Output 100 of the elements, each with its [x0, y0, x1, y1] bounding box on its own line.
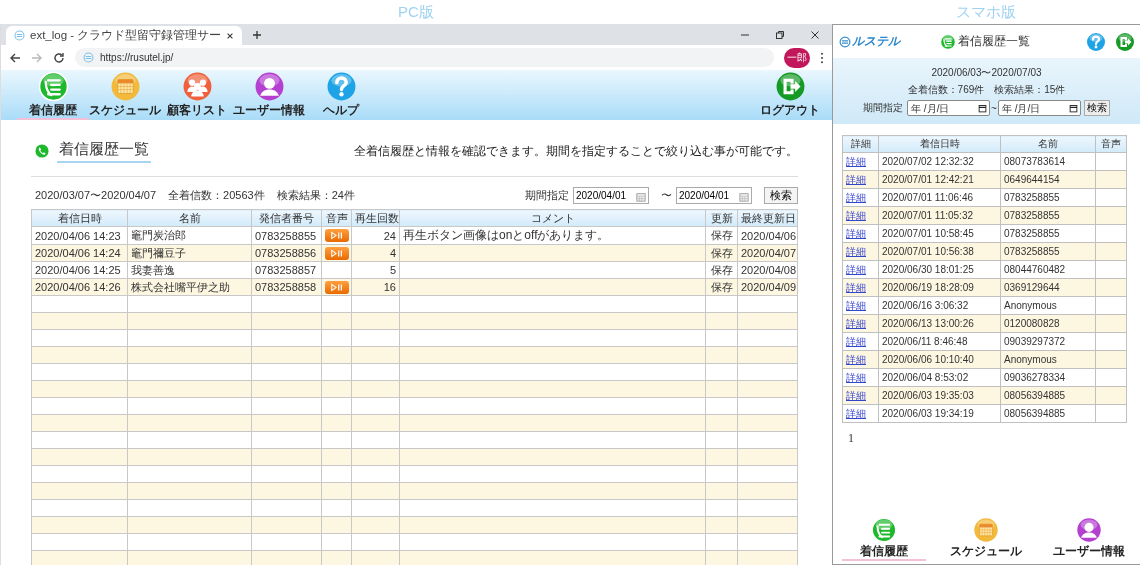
help-icon[interactable]: [1086, 31, 1106, 52]
calendar-icon: [973, 517, 1000, 543]
calendar-icon: [109, 70, 141, 102]
table-cell: 09039297372: [1000, 332, 1096, 351]
table-cell: 2020/06/11 8:46:48: [878, 332, 1001, 351]
logout-button[interactable]: ログアウト: [758, 70, 822, 120]
profile-avatar[interactable]: 一郎: [784, 47, 810, 68]
menu-icon[interactable]: [820, 51, 824, 64]
nav-item[interactable]: 顧客リスト: [161, 70, 233, 120]
column-header: 着信日時: [878, 135, 1001, 153]
nav-item[interactable]: ユーザー情報: [1046, 517, 1131, 561]
table-cell: 2020/04/06 14:25: [31, 261, 128, 279]
table-cell: 0783258857: [251, 261, 322, 279]
logo-icon: [14, 30, 25, 41]
nav-item[interactable]: スケジュール: [89, 70, 161, 120]
column-header: 音声: [1095, 135, 1127, 153]
column-header: 名前: [127, 209, 252, 227]
nav-item[interactable]: 着信履歴: [17, 70, 89, 120]
page-title: 着信履歴一覧: [958, 33, 1030, 50]
date-field[interactable]: 年 /月/日: [997, 100, 1081, 116]
range-separator: ~: [991, 102, 997, 114]
table-cell: 竈門炭治郎: [127, 226, 252, 245]
play-pause-icon: [330, 282, 344, 292]
table-cell: 2020/07/01 11:06:46: [878, 188, 1001, 207]
logo-icon: [839, 35, 851, 48]
table-cell: 2020/04/06: [737, 226, 798, 245]
close-icon[interactable]: [226, 31, 235, 40]
table-cell: 2020/06/30 18:01:25: [878, 260, 1001, 279]
column-header: 最終更新日: [737, 209, 798, 227]
phone-icon: [35, 144, 49, 158]
table-cell: 5: [351, 261, 400, 279]
date-field[interactable]: 年 /月/日: [907, 100, 991, 116]
page-heading: 着信履歴一覧: [57, 139, 151, 163]
column-header: 詳細: [842, 135, 879, 153]
page-number[interactable]: 1: [848, 431, 854, 445]
address-bar[interactable]: https://rusutel.jp/: [75, 48, 774, 67]
caption: PC版: [397, 2, 435, 22]
filter-label: 期間指定: [525, 187, 569, 203]
close-icon[interactable]: [810, 30, 820, 40]
column-header: 再生回数: [351, 209, 400, 227]
period-text: 2020/03/07〜2020/04/07: [35, 187, 157, 203]
table-cell: 2020/04/06 14:23: [31, 226, 128, 245]
table-cell: 0783258855: [1000, 224, 1096, 243]
table-cell: 我妻善逸: [127, 261, 252, 279]
table-cell: 2020/06/04 8:53:02: [878, 368, 1001, 387]
user-icon: [1075, 517, 1102, 543]
comment-text: 再生ボタン画像はonとoffがあります。: [403, 228, 610, 242]
column-header: 着信日時: [31, 209, 128, 227]
history-icon: [940, 33, 956, 50]
browser-tab[interactable]: ext_log - クラウド型留守録管理サー: [6, 26, 243, 45]
play-pause-icon: [330, 248, 344, 258]
date-field[interactable]: 2020/04/01: [573, 186, 649, 204]
result-count: 検索結果：15件: [994, 83, 1066, 97]
table-cell: 08044760482: [1000, 260, 1096, 279]
help-icon: [325, 70, 357, 102]
play-pause-icon: [330, 231, 344, 241]
table-cell: 2020/07/02 12:32:32: [878, 152, 1001, 171]
table-cell: 2020/07/01 10:58:45: [878, 224, 1001, 243]
reload-icon[interactable]: [53, 51, 65, 64]
range-separator: 〜: [661, 187, 672, 203]
people-icon: [181, 70, 213, 102]
logout-icon: [774, 70, 806, 102]
logo-icon: [83, 52, 94, 63]
history-icon: [37, 70, 69, 102]
nav-item[interactable]: ヘルプ: [305, 70, 377, 120]
table-cell: 2020/06/16 3:06:32: [878, 296, 1001, 315]
nav-item[interactable]: ユーザー情報: [233, 70, 305, 120]
restore-icon[interactable]: [775, 30, 785, 40]
column-header: 更新: [705, 209, 738, 227]
nav-item[interactable]: スケジュール: [944, 517, 1029, 561]
result-count: 検索結果：24件: [276, 187, 355, 203]
play-button[interactable]: [325, 280, 349, 294]
history-icon: [871, 517, 898, 543]
table-cell: 08073783614: [1000, 152, 1096, 171]
back-icon[interactable]: [9, 51, 21, 64]
new-tab-icon[interactable]: [252, 30, 263, 40]
user-icon: [253, 70, 285, 102]
table-cell: 2020/04/08: [737, 261, 798, 279]
url-text: https://rusutel.jp/: [100, 52, 174, 63]
table-cell: Anonymous: [1000, 296, 1096, 315]
column-header: 名前: [1000, 135, 1096, 153]
tab-title: ext_log - クラウド型留守録管理サー: [30, 28, 222, 43]
play-button[interactable]: [325, 229, 349, 243]
search-button[interactable]: 検索: [1083, 100, 1110, 116]
date-field[interactable]: 2020/04/01: [676, 186, 752, 204]
description: 全着信履歴と情報を確認できます。期間を指定することで絞り込む事が可能です。: [354, 142, 798, 160]
total-count: 全着信数：20563件: [168, 187, 265, 203]
table-cell: 保存: [705, 226, 738, 245]
nav-item[interactable]: 着信履歴: [842, 517, 927, 561]
calendar-icon[interactable]: [978, 104, 988, 113]
table-cell: 0783258855: [1000, 188, 1096, 207]
table-cell: 24: [351, 226, 400, 245]
table-cell: 0783258855: [251, 226, 322, 245]
logout-icon[interactable]: [1115, 31, 1135, 52]
calendar-icon[interactable]: [1068, 104, 1078, 113]
column-header: 音声: [321, 209, 352, 227]
caption: スマホ版: [955, 2, 1017, 22]
play-button[interactable]: [325, 246, 349, 260]
search-button[interactable]: 検索: [764, 186, 798, 204]
column-header: コメント: [399, 209, 706, 227]
